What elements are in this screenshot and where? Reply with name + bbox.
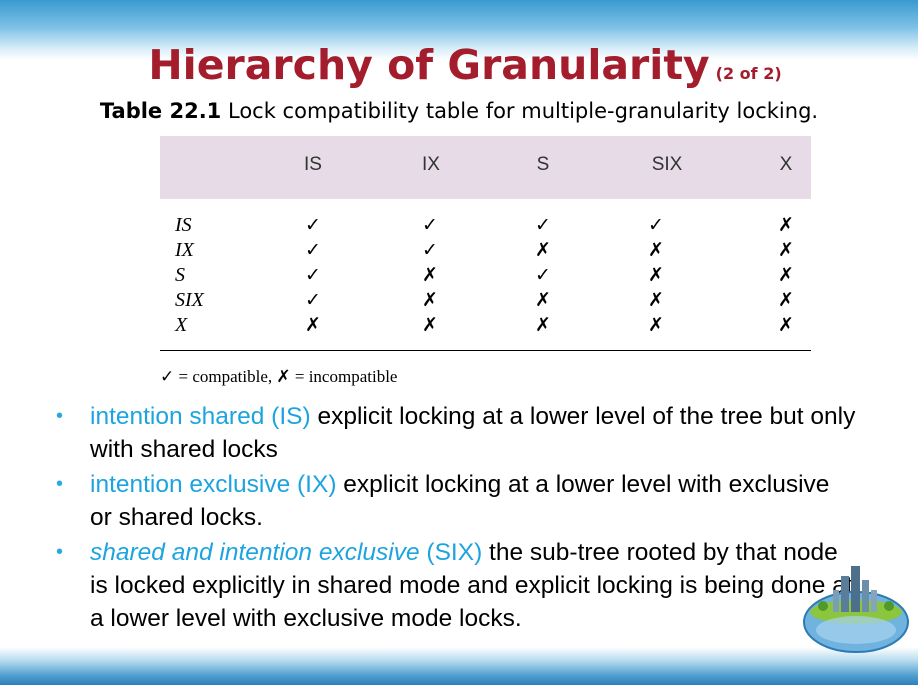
table-caption: Table 22.1 Lock compatibility table for … (0, 99, 918, 123)
table-cell: ✗ (648, 289, 664, 311)
table-cell: ✗ (778, 314, 794, 336)
table-row: IX ✓ ✓ ✗ ✗ ✗ (160, 239, 811, 264)
table-row: IS ✓ ✓ ✓ ✓ ✗ (160, 214, 811, 239)
table-cell: ✗ (778, 239, 794, 261)
table-cell: ✗ (648, 314, 664, 336)
bullet-abbr: (SIX) (426, 539, 483, 566)
table-cell: ✓ (535, 264, 551, 286)
row-label: IX (175, 239, 194, 261)
table-cell: ✗ (535, 314, 551, 336)
bullet-dot-icon: • (56, 473, 64, 495)
bullet-list: • intention shared (IS) explicit locking… (56, 400, 856, 637)
bullet-term: intention exclusive (IX) (90, 471, 337, 498)
table-cell: ✓ (648, 214, 664, 236)
page-title: Hierarchy of Granularity (2 of 2) (6, 40, 918, 99)
table-cell: ✗ (422, 314, 438, 336)
table-bottom-rule (160, 350, 811, 351)
column-header: SIX (651, 154, 683, 175)
table-cell: ✓ (535, 214, 551, 236)
table-cell: ✗ (422, 264, 438, 286)
table-cell: ✗ (778, 289, 794, 311)
table-row: S ✓ ✗ ✓ ✗ ✗ (160, 264, 811, 289)
bullet-dot-icon: • (56, 405, 64, 427)
table-cell: ✗ (535, 239, 551, 261)
table-row: SIX ✓ ✗ ✗ ✗ ✗ (160, 289, 811, 314)
table-cell: ✓ (305, 214, 321, 236)
table-row: X ✗ ✗ ✗ ✗ ✗ (160, 314, 811, 339)
table-cell: ✗ (778, 214, 794, 236)
row-label: SIX (175, 289, 204, 311)
row-label: X (175, 314, 188, 336)
column-header: X (779, 154, 793, 175)
table-body: IS ✓ ✓ ✓ ✓ ✗ IX ✓ ✓ ✗ ✗ ✗ S ✓ ✗ ✓ ✗ ✗ SI… (160, 214, 811, 339)
caption-label: Table 22.1 (99, 99, 222, 123)
legend-check-text: = compatible, (178, 367, 273, 386)
bottom-decorative-band (0, 647, 918, 685)
bullet-item: • intention exclusive (IX) explicit lock… (56, 468, 856, 534)
table-legend: ✓ = compatible, ✗ = incompatible (160, 367, 397, 387)
table-cell: ✓ (305, 264, 321, 286)
table-cell: ✗ (305, 314, 321, 336)
globe-city-icon (803, 566, 909, 653)
table-cell: ✗ (648, 239, 664, 261)
bullet-term: intention shared (IS) (90, 403, 311, 430)
bullet-item: • shared and intention exclusive (SIX) t… (56, 536, 856, 635)
table-cell: ✓ (305, 289, 321, 311)
caption-text: Lock compatibility table for multiple-gr… (227, 99, 819, 123)
table-cell: ✗ (535, 289, 551, 311)
row-label: IS (175, 214, 192, 236)
table-header: IS IX S SIX X (160, 136, 811, 199)
legend-cross-text: = incompatible (294, 367, 398, 386)
table-cell: ✗ (422, 289, 438, 311)
bullet-dot-icon: • (56, 541, 64, 563)
table-cell: ✓ (305, 239, 321, 261)
title-text: Hierarchy of Granularity (148, 41, 710, 89)
lock-compatibility-table: IS IX S SIX X IS ✓ ✓ ✓ ✓ ✗ IX ✓ ✓ ✗ ✗ ✗ … (160, 136, 811, 351)
column-header: IX (422, 154, 440, 175)
bullet-item: • intention shared (IS) explicit locking… (56, 400, 856, 466)
bullet-term: shared and intention exclusive (90, 539, 420, 566)
table-cell: ✗ (648, 264, 664, 286)
check-mark-icon: ✓ (160, 367, 175, 387)
table-cell: ✓ (422, 214, 438, 236)
title-suffix: (2 of 2) (715, 64, 782, 83)
column-header: IS (304, 154, 322, 175)
table-cell: ✗ (778, 264, 794, 286)
column-header: S (536, 154, 550, 175)
cross-mark-icon: ✗ (276, 367, 291, 387)
table-cell: ✓ (422, 239, 438, 261)
row-label: S (175, 264, 185, 286)
